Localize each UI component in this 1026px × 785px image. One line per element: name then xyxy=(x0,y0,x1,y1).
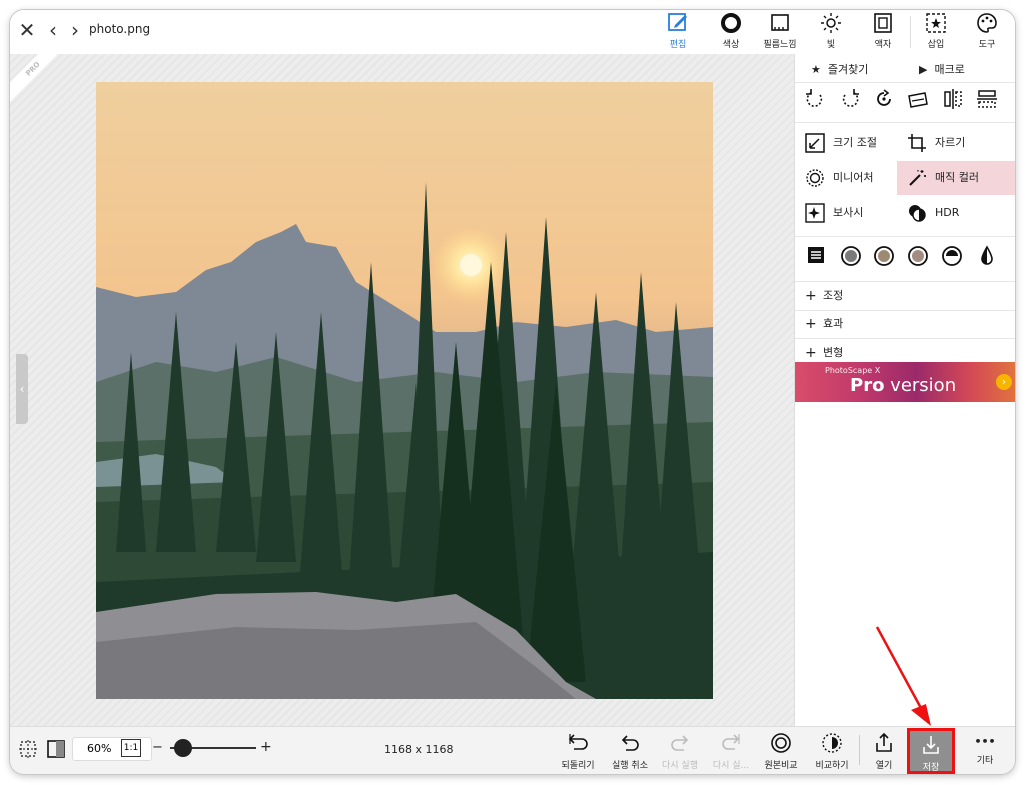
image-dimensions: 1168 x 1168 xyxy=(384,743,454,756)
tab-light[interactable]: 빛 xyxy=(806,11,856,53)
drop-icon[interactable] xyxy=(976,245,998,267)
hdr-button[interactable]: HDR xyxy=(897,196,1015,230)
plus-icon: + xyxy=(805,316,817,332)
redo-button[interactable]: 다시 실행 xyxy=(657,731,703,771)
crop-icon xyxy=(908,134,926,152)
open-button[interactable]: 열기 xyxy=(863,731,905,771)
filter-row xyxy=(795,236,1015,275)
edit-panel: ★ 즐겨찾기 ▶ 매크로 크기 조절 자르기 미니어처 매직 컬러 보사시 HD… xyxy=(794,54,1015,726)
chevron-right-icon: › xyxy=(996,374,1012,390)
miniature-icon xyxy=(806,169,824,187)
compare-button[interactable]: 비교하기 xyxy=(810,731,854,771)
redo-all-icon xyxy=(722,734,740,750)
rotate-free-icon[interactable] xyxy=(872,87,896,111)
sun-icon xyxy=(821,13,841,33)
tab-color[interactable]: 색상 xyxy=(706,11,756,53)
image-canvas[interactable]: PRO ‹ xyxy=(10,54,794,726)
grid-icon[interactable] xyxy=(18,739,38,759)
zoom-box: 60% 1:1 xyxy=(72,737,152,761)
tab-edit[interactable]: 편집 xyxy=(653,11,703,53)
bottom-divider xyxy=(859,735,860,765)
forward-icon[interactable]: › xyxy=(64,18,86,42)
filter-warm-icon[interactable] xyxy=(907,245,929,267)
save-button[interactable]: 저장 xyxy=(907,728,955,774)
revert-button[interactable]: 되돌리기 xyxy=(556,731,600,771)
compare-original-button[interactable]: 원본비교 xyxy=(759,731,803,771)
filter-bw-icon[interactable] xyxy=(941,245,963,267)
filter-dark-icon[interactable] xyxy=(840,245,862,267)
pro-version-banner[interactable]: PhotoScape X Pro version › xyxy=(795,362,1015,402)
resize-button[interactable]: 크기 조절 xyxy=(795,126,897,160)
list-icon[interactable] xyxy=(807,246,825,264)
tab-tools[interactable]: 도구 xyxy=(962,11,1012,53)
magic-color-button[interactable]: 매직 컬러 xyxy=(897,161,1015,195)
tab-frame[interactable]: 액자 xyxy=(858,11,908,53)
flip-horizontal-icon[interactable] xyxy=(941,87,965,111)
circle-icon xyxy=(721,13,741,33)
zoom-level[interactable]: 60% xyxy=(87,742,111,755)
tab-film[interactable]: 필름느낌 xyxy=(755,11,805,53)
revert-icon xyxy=(568,734,588,750)
frame-icon xyxy=(874,13,892,33)
pro-ribbon: PRO xyxy=(10,54,58,102)
back-icon[interactable]: ‹ xyxy=(42,18,64,42)
compare-original-icon xyxy=(771,733,791,753)
top-toolbar: ✕ ‹ › photo.png 편집 색상 필름느낌 빛 액자 삽입 도구 xyxy=(10,10,1015,54)
correction-button[interactable]: 보사시 xyxy=(795,196,897,230)
hdr-icon xyxy=(909,205,926,222)
crop-button[interactable]: 자르기 xyxy=(897,126,1015,160)
tool-grid: 크기 조절 자르기 미니어처 매직 컬러 보사시 HDR xyxy=(795,122,1015,233)
palette-icon xyxy=(977,13,997,33)
resize-icon xyxy=(805,133,825,153)
macro-button[interactable]: ▶ 매크로 xyxy=(919,61,965,77)
rotate-right-icon[interactable] xyxy=(838,87,862,111)
rotate-left-icon[interactable] xyxy=(803,87,827,111)
plus-icon: + xyxy=(805,288,817,304)
more-icon: ••• xyxy=(974,735,996,748)
accordion-adjust[interactable]: + 조정 xyxy=(795,281,1015,311)
tab-insert[interactable]: 삽입 xyxy=(911,11,961,53)
close-icon[interactable]: ✕ xyxy=(16,18,38,42)
compare-icon xyxy=(822,733,842,753)
favorites-button[interactable]: ★ 즐겨찾기 xyxy=(811,61,868,77)
straighten-icon[interactable] xyxy=(906,87,930,111)
zoom-out-button[interactable]: − xyxy=(152,740,163,755)
download-icon xyxy=(923,736,939,754)
actual-size-button[interactable]: 1:1 xyxy=(121,739,141,757)
bottom-toolbar: 60% 1:1 − + 1168 x 1168 되돌리기 실행 취소 다시 실행… xyxy=(10,726,1015,774)
favorites-row: ★ 즐겨찾기 ▶ 매크로 xyxy=(795,54,1015,83)
file-name: photo.png xyxy=(89,22,151,36)
more-button[interactable]: ••• 기타 xyxy=(965,731,1005,766)
photo-image xyxy=(96,82,713,699)
miniature-button[interactable]: 미니어처 xyxy=(795,161,897,195)
collapse-left-panel-button[interactable]: ‹ xyxy=(16,354,28,424)
redo-all-button[interactable]: 다시 실... xyxy=(709,731,753,771)
filter-sepia-icon[interactable] xyxy=(873,245,895,267)
zoom-in-button[interactable]: + xyxy=(260,739,272,755)
accordion-effects[interactable]: + 효과 xyxy=(795,310,1015,339)
insert-icon xyxy=(926,13,946,33)
sparkle-icon xyxy=(805,203,825,223)
rotate-row xyxy=(795,82,1015,116)
undo-icon xyxy=(621,735,639,751)
film-icon xyxy=(771,14,789,31)
redo-icon xyxy=(671,735,689,751)
undo-button[interactable]: 실행 취소 xyxy=(607,731,653,771)
magic-wand-icon xyxy=(909,170,926,186)
edit-icon xyxy=(668,13,687,31)
compare-split-icon[interactable] xyxy=(46,739,66,759)
share-upload-icon xyxy=(876,732,892,752)
flip-vertical-icon[interactable] xyxy=(975,87,999,111)
app-window: ✕ ‹ › photo.png 편집 색상 필름느낌 빛 액자 삽입 도구 PR… xyxy=(10,10,1015,774)
zoom-slider-thumb[interactable] xyxy=(174,739,192,757)
